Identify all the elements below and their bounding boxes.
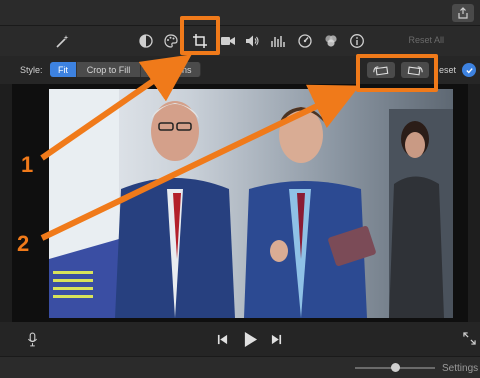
reset-all-button[interactable]: Reset All xyxy=(408,35,444,45)
color-palette-icon[interactable] xyxy=(162,32,180,50)
style-label: Style: xyxy=(20,65,43,75)
skip-back-button[interactable] xyxy=(216,333,228,345)
color-balance-icon[interactable] xyxy=(137,32,155,50)
callout-number-1: 1 xyxy=(21,152,34,177)
stabilization-icon[interactable] xyxy=(219,32,237,50)
filter-icon[interactable] xyxy=(322,32,340,50)
playback-controls xyxy=(0,322,480,356)
skip-forward-button[interactable] xyxy=(270,333,282,345)
play-button[interactable] xyxy=(242,330,258,348)
equalizer-icon[interactable] xyxy=(269,32,287,50)
video-frame-image xyxy=(49,89,453,318)
adjustment-toolbar: Reset All xyxy=(0,26,480,56)
crop-tool-highlight xyxy=(180,16,220,55)
timeline-bottom-bar: Settings xyxy=(0,356,480,378)
callout-number-2: 2 xyxy=(17,231,30,256)
speed-icon[interactable] xyxy=(296,32,314,50)
skip-forward-icon xyxy=(271,334,281,344)
magic-wand-icon[interactable] xyxy=(53,32,71,50)
share-button[interactable] xyxy=(452,4,474,22)
rotate-buttons-highlight xyxy=(356,54,438,92)
style-crop-to-fill-button[interactable]: Crop to Fill xyxy=(77,62,141,77)
window-top-bar xyxy=(0,0,480,26)
style-ken-burns-button[interactable]: Ken Burns xyxy=(141,62,201,77)
expand-icon xyxy=(462,331,476,345)
style-fit-button[interactable]: Fit xyxy=(50,62,77,77)
reset-button[interactable]: eset xyxy=(439,65,456,75)
settings-button[interactable]: Settings xyxy=(442,363,478,374)
zoom-slider-knob[interactable] xyxy=(391,363,400,372)
microphone-icon[interactable] xyxy=(26,331,38,347)
play-icon xyxy=(244,331,257,347)
info-icon[interactable] xyxy=(348,32,366,50)
share-icon xyxy=(458,7,468,19)
fullscreen-button[interactable] xyxy=(462,331,476,345)
volume-icon[interactable] xyxy=(243,32,261,50)
apply-check-button[interactable] xyxy=(462,63,476,77)
skip-back-icon xyxy=(217,334,227,344)
checkmark-icon xyxy=(465,67,473,73)
